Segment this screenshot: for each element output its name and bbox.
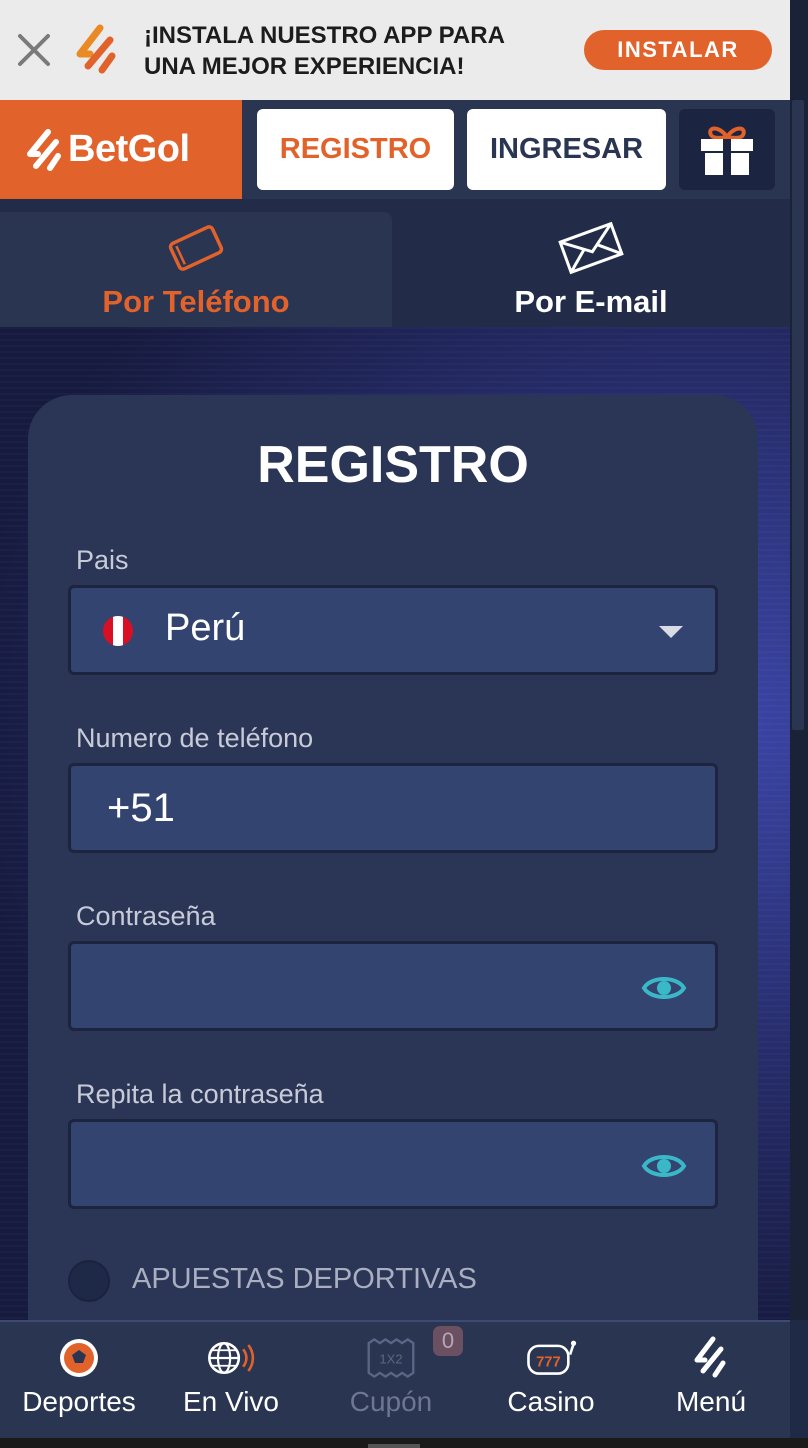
install-message: ¡INSTALA NUESTRO APP PARA UNA MEJOR EXPE… bbox=[144, 20, 574, 82]
login-button[interactable]: INGRESAR bbox=[467, 109, 666, 190]
install-message-line2: UNA MEJOR EXPERIENCIA! bbox=[144, 53, 465, 80]
nav-casino-label: Casino bbox=[507, 1386, 595, 1417]
password-input[interactable] bbox=[68, 941, 718, 1031]
nav-deportes[interactable]: Deportes bbox=[0, 1322, 158, 1440]
sports-betting-radio[interactable] bbox=[68, 1260, 110, 1302]
install-banner: ¡INSTALA NUESTRO APP PARA UNA MEJOR EXPE… bbox=[0, 0, 790, 100]
phone-label: Numero de teléfono bbox=[76, 723, 314, 753]
country-select[interactable]: Perú bbox=[68, 585, 718, 675]
betgol-logo-icon bbox=[76, 24, 116, 74]
nav-en-vivo[interactable]: En Vivo bbox=[152, 1322, 310, 1440]
chevron-down-icon bbox=[659, 626, 683, 638]
brand-logo[interactable]: BetGol bbox=[0, 100, 242, 199]
registration-method-tabs: Por Teléfono Por E-mail bbox=[0, 199, 790, 327]
registration-form: REGISTRO Pais Perú Numero de teléfono +5… bbox=[28, 395, 758, 1320]
repeat-password-label: Repita la contraseña bbox=[76, 1079, 324, 1109]
tab-phone[interactable]: Por Teléfono bbox=[0, 212, 392, 327]
form-title: REGISTRO bbox=[257, 436, 529, 494]
scrollbar-thumb[interactable] bbox=[792, 100, 804, 730]
home-indicator bbox=[368, 1444, 420, 1448]
gift-icon bbox=[701, 126, 753, 175]
scrollbar[interactable] bbox=[790, 0, 808, 1320]
install-button[interactable]: INSTALAR bbox=[584, 30, 772, 70]
peru-flag-icon bbox=[103, 616, 133, 646]
gift-button[interactable] bbox=[679, 109, 775, 190]
country-value: Perú bbox=[165, 607, 246, 649]
nav-casino[interactable]: 777 Casino bbox=[472, 1322, 630, 1440]
site-header: BetGol REGISTRO INGRESAR bbox=[0, 100, 790, 199]
eye-icon[interactable] bbox=[641, 972, 687, 1004]
tab-email-label: Por E-mail bbox=[514, 284, 668, 319]
menu-logo-icon bbox=[694, 1336, 726, 1378]
register-button[interactable]: REGISTRO bbox=[257, 109, 454, 190]
coupon-count-badge: 0 bbox=[433, 1326, 463, 1356]
repeat-password-input[interactable] bbox=[68, 1119, 718, 1209]
betgol-logo-icon bbox=[27, 128, 61, 171]
sports-betting-label: APUESTAS DEPORTIVAS bbox=[132, 1263, 477, 1295]
soccer-ball-icon bbox=[60, 1339, 98, 1377]
svg-text:1X2: 1X2 bbox=[379, 1352, 402, 1367]
nav-menu[interactable]: Menú bbox=[632, 1322, 790, 1440]
nav-en-vivo-label: En Vivo bbox=[183, 1386, 279, 1417]
close-icon[interactable] bbox=[14, 30, 54, 70]
install-message-line1: ¡INSTALA NUESTRO APP PARA bbox=[144, 22, 505, 49]
nav-cupon-label: Cupón bbox=[349, 1386, 433, 1417]
tab-phone-label: Por Teléfono bbox=[102, 284, 290, 319]
live-globe-icon bbox=[208, 1341, 255, 1375]
password-label: Contraseña bbox=[76, 901, 216, 931]
nav-deportes-label: Deportes bbox=[22, 1386, 136, 1417]
bottom-navigation: Deportes En Vivo 1X2 Cupón 777 Casino Me… bbox=[0, 1320, 790, 1438]
system-bar bbox=[0, 1438, 808, 1448]
slot-machine-icon: 777 bbox=[527, 1340, 577, 1375]
country-label: Pais bbox=[76, 545, 129, 575]
phone-input[interactable]: +51 bbox=[68, 763, 718, 853]
phone-icon bbox=[168, 225, 224, 271]
brand-name: BetGol bbox=[68, 128, 190, 170]
envelope-icon bbox=[558, 221, 624, 275]
ticket-icon: 1X2 bbox=[367, 1338, 415, 1378]
tab-email[interactable]: Por E-mail bbox=[392, 212, 790, 327]
svg-text:777: 777 bbox=[536, 1355, 561, 1371]
eye-icon[interactable] bbox=[641, 1150, 687, 1182]
nav-menu-label: Menú bbox=[675, 1386, 747, 1417]
phone-value: +51 bbox=[107, 786, 175, 830]
